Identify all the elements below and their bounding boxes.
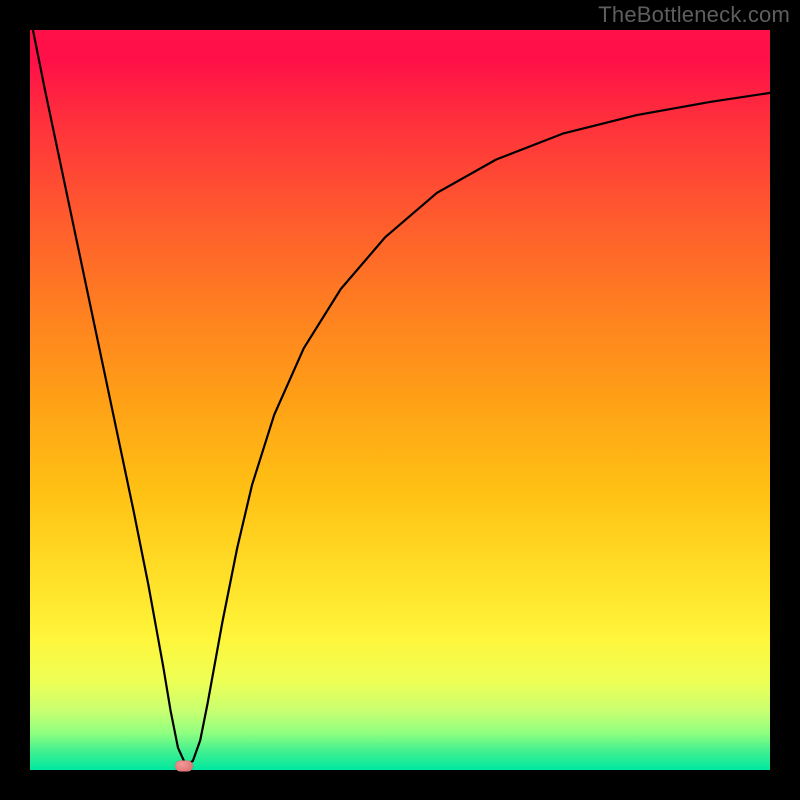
- optimal-point-marker: [175, 760, 193, 771]
- bottleneck-curve: [30, 30, 770, 770]
- chart-frame: TheBottleneck.com: [0, 0, 800, 800]
- watermark-label: TheBottleneck.com: [598, 2, 790, 28]
- plot-area: [30, 30, 770, 770]
